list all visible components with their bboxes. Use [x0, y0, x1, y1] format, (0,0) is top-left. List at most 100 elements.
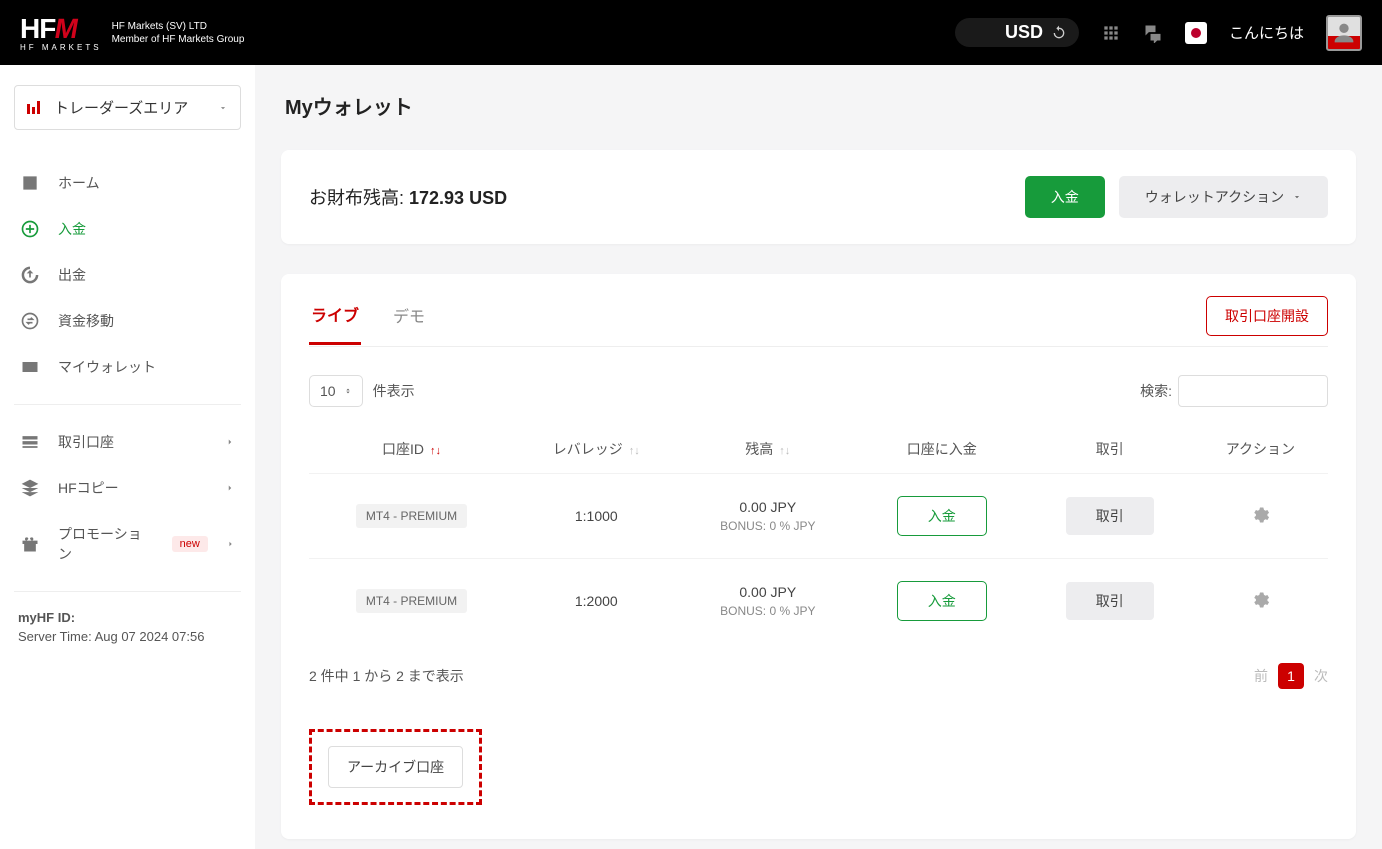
gear-icon[interactable] [1250, 590, 1270, 610]
chevron-down-icon [218, 103, 228, 113]
balance-value: 172.93 USD [409, 188, 507, 208]
sidebar-item-promotion[interactable]: プロモーション new [14, 511, 241, 577]
server-time: Server Time: Aug 07 2024 07:56 [18, 629, 237, 644]
chevron-down-icon [1292, 192, 1302, 202]
table-row: MT4 - PREMIUM 1:1000 0.00 JPY BONUS: 0 %… [309, 474, 1328, 559]
refresh-icon [1051, 25, 1067, 41]
company-line1: HF Markets (SV) LTD [112, 20, 245, 33]
balance-amount: 0.00 JPY [685, 584, 851, 600]
accounts-table: 口座ID↑↓ レバレッジ↑↓ 残高↑↓ 口座に入金 取引 アクション MT4 -… [309, 425, 1328, 643]
bonus-text: BONUS: 0 % JPY [685, 519, 851, 533]
deposit-button[interactable]: 入金 [1025, 176, 1105, 218]
currency-pill[interactable]: USD [955, 18, 1079, 47]
myhf-id-label: myHF ID: [18, 610, 75, 625]
bars-icon [27, 101, 40, 114]
sidebar-item-transfer[interactable]: 資金移動 [14, 298, 241, 344]
divider [14, 591, 241, 592]
deposit-icon [20, 219, 40, 239]
col-deposit: 口座に入金 [857, 425, 1027, 474]
chevron-right-icon [225, 483, 235, 493]
language-flag[interactable] [1185, 22, 1207, 44]
tab-live[interactable]: ライブ [309, 298, 361, 345]
accounts-card: ライブ デモ 取引口座開設 10 件表示 検索: 口座ID↑↓ [281, 274, 1356, 839]
table-info: 2 件中 1 から 2 まで表示 [309, 666, 464, 686]
col-leverage[interactable]: レバレッジ↑↓ [514, 425, 679, 474]
col-action: アクション [1193, 425, 1328, 474]
archive-highlight: アーカイブ口座 [309, 729, 482, 805]
search-label: 検索: [1140, 381, 1172, 401]
leverage-value: 1:2000 [514, 559, 679, 644]
layers-icon [20, 478, 40, 498]
account-tag: MT4 - PREMIUM [356, 589, 467, 613]
area-selector[interactable]: トレーダーズエリア [14, 85, 241, 130]
tab-demo[interactable]: デモ [391, 299, 427, 343]
logo-text-main: HF [20, 13, 55, 44]
sidebar-item-label: 取引口座 [58, 432, 114, 452]
currency-label: USD [1005, 22, 1043, 43]
wallet-icon [20, 357, 40, 377]
sidebar-item-label: 出金 [58, 265, 86, 285]
page-size-select[interactable]: 10 [309, 375, 363, 407]
sidebar-item-wallet[interactable]: マイウォレット [14, 344, 241, 390]
sidebar-item-label: マイウォレット [58, 357, 156, 377]
wallet-actions-button[interactable]: ウォレットアクション [1119, 176, 1328, 218]
sidebar-item-hfcopy[interactable]: HFコピー [14, 465, 241, 511]
row-trade-button[interactable]: 取引 [1066, 582, 1154, 620]
row-deposit-button[interactable]: 入金 [897, 496, 987, 536]
area-selector-label: トレーダーズエリア [54, 97, 188, 118]
open-account-button[interactable]: 取引口座開設 [1206, 296, 1328, 336]
sidebar-item-label: 資金移動 [58, 311, 114, 331]
chart-icon [20, 173, 40, 193]
topbar: HFM HF MARKETS HF Markets (SV) LTD Membe… [0, 0, 1382, 65]
logo-text-accent: M [53, 13, 81, 45]
logo[interactable]: HFM HF MARKETS HF Markets (SV) LTD Membe… [20, 13, 244, 52]
accounts-icon [20, 432, 40, 452]
account-tag: MT4 - PREMIUM [356, 504, 467, 528]
new-badge: new [172, 536, 208, 552]
sidebar: トレーダーズエリア ホーム 入金 出金 資金移動 マイウォレット 取引口座 [0, 65, 255, 849]
row-trade-button[interactable]: 取引 [1066, 497, 1154, 535]
apps-icon[interactable] [1101, 23, 1121, 43]
chevron-right-icon [226, 539, 235, 549]
greeting-text: こんにちは [1229, 22, 1304, 43]
page-title: Myウォレット [285, 91, 1356, 120]
divider [14, 404, 241, 405]
search-input[interactable] [1178, 375, 1328, 407]
page-size-suffix: 件表示 [373, 381, 415, 401]
sidebar-item-label: ホーム [58, 173, 100, 193]
transfer-icon [20, 311, 40, 331]
sidebar-item-deposit[interactable]: 入金 [14, 206, 241, 252]
pager-prev[interactable]: 前 [1254, 666, 1268, 686]
avatar[interactable] [1326, 15, 1362, 51]
company-line2: Member of HF Markets Group [112, 33, 245, 46]
archive-accounts-button[interactable]: アーカイブ口座 [328, 746, 463, 788]
sidebar-item-withdraw[interactable]: 出金 [14, 252, 241, 298]
row-deposit-button[interactable]: 入金 [897, 581, 987, 621]
sidebar-item-accounts[interactable]: 取引口座 [14, 419, 241, 465]
chat-icon[interactable] [1143, 23, 1163, 43]
pager: 前 1 次 [1254, 663, 1328, 689]
table-row: MT4 - PREMIUM 1:2000 0.00 JPY BONUS: 0 %… [309, 559, 1328, 644]
balance-label: お財布残高: [309, 188, 409, 208]
wallet-actions-label: ウォレットアクション [1145, 189, 1284, 205]
sidebar-item-label: プロモーション [58, 524, 148, 564]
withdraw-icon [20, 265, 40, 285]
col-trade: 取引 [1027, 425, 1193, 474]
balance-amount: 0.00 JPY [685, 499, 851, 515]
sort-icon [344, 385, 352, 397]
balance-card: お財布残高: 172.93 USD 入金 ウォレットアクション [281, 150, 1356, 244]
col-balance[interactable]: 残高↑↓ [679, 425, 857, 474]
bonus-text: BONUS: 0 % JPY [685, 604, 851, 618]
pager-page-1[interactable]: 1 [1278, 663, 1304, 689]
page-size-value: 10 [320, 383, 336, 399]
sidebar-item-label: HFコピー [58, 478, 119, 498]
col-id[interactable]: 口座ID↑↓ [309, 425, 514, 474]
gear-icon[interactable] [1250, 505, 1270, 525]
leverage-value: 1:1000 [514, 474, 679, 559]
person-icon [1330, 19, 1358, 47]
main: Myウォレット お財布残高: 172.93 USD 入金 ウォレットアクション … [255, 65, 1382, 849]
pager-next[interactable]: 次 [1314, 666, 1328, 686]
sidebar-item-label: 入金 [58, 219, 86, 239]
sidebar-item-home[interactable]: ホーム [14, 160, 241, 206]
gift-icon [20, 534, 40, 554]
